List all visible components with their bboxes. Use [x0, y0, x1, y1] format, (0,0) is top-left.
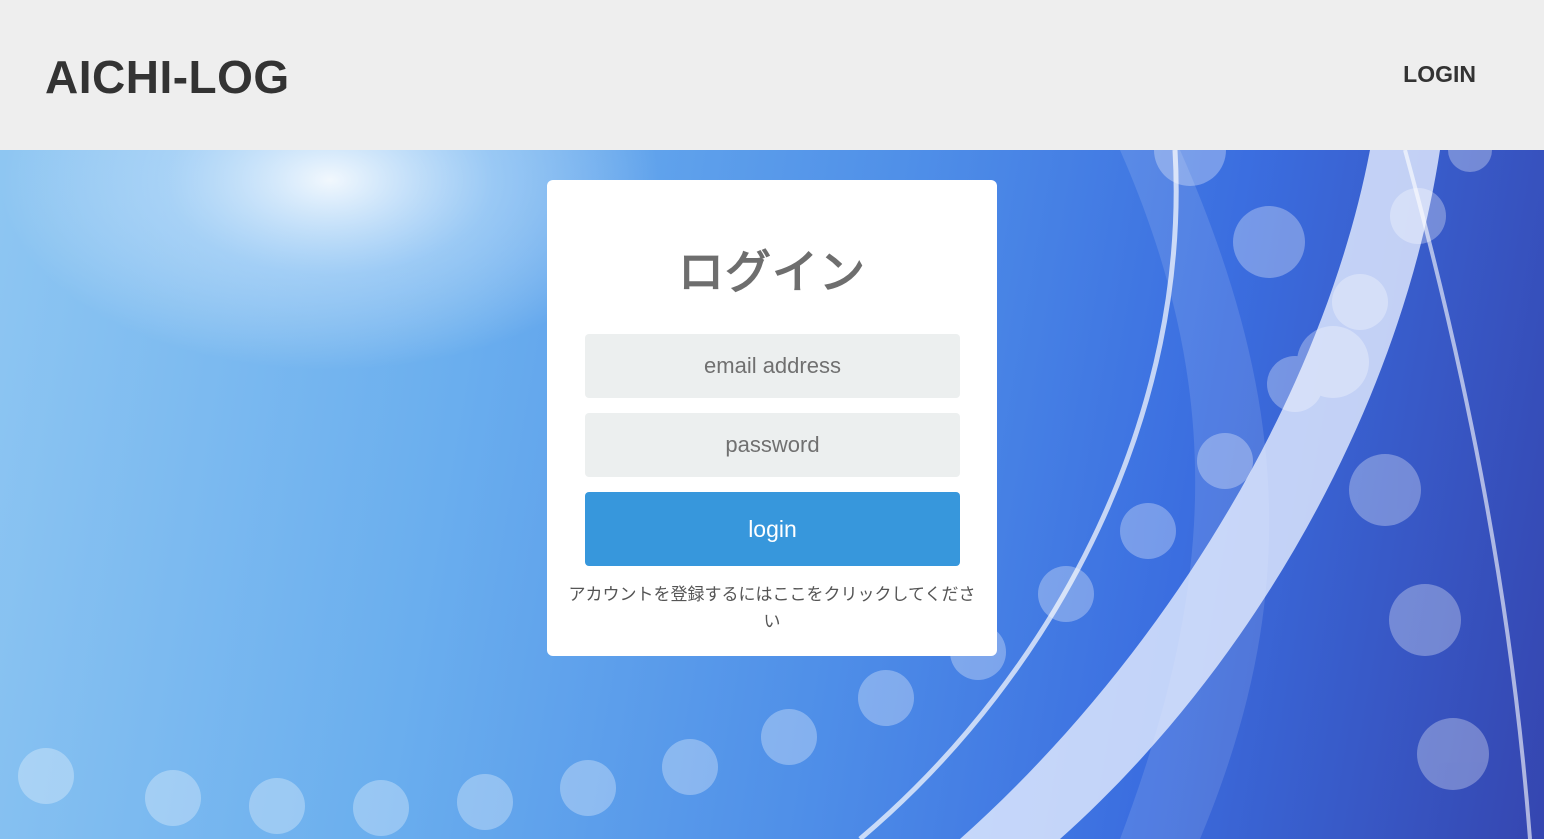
register-account-link[interactable]: アカウントを登録するにはここをクリックしてください [561, 582, 983, 636]
nav-login-link[interactable]: LOGIN [1403, 61, 1476, 88]
login-card: ログイン login アカウントを登録するにはここをクリックしてください [547, 180, 997, 656]
login-button[interactable]: login [585, 492, 960, 566]
site-header: AICHI-LOG LOGIN [0, 0, 1544, 150]
login-title: ログイン [678, 245, 866, 299]
password-field[interactable] [585, 413, 960, 477]
email-field[interactable] [585, 334, 960, 398]
brand-logo[interactable]: AICHI-LOG [45, 50, 290, 104]
